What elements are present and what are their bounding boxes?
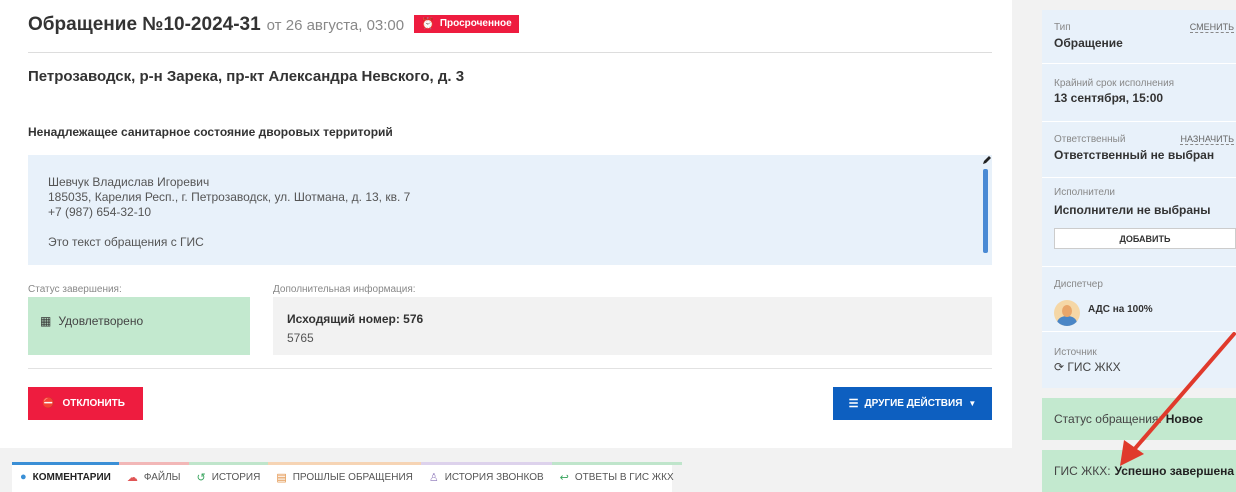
gis-status-card: ГИС ЖКХ: Успешно завершена: [1042, 450, 1236, 492]
divider: [28, 368, 992, 369]
dispatcher-label: Диспетчер: [1054, 279, 1103, 290]
request-status-card: Статус обращения: Новое: [1042, 398, 1236, 440]
type-value: Обращение: [1054, 36, 1123, 50]
executors-label: Исполнители: [1054, 187, 1116, 198]
request-address: Петрозаводск, р-н Зарека, пр-кт Александ…: [28, 68, 465, 85]
tab-history[interactable]: ↺ ИСТОРИЯ: [188, 462, 269, 492]
tab-label: ИСТОРИЯ ЗВОНКОВ: [444, 471, 544, 483]
gis-status-value: Успешно завершена: [1114, 464, 1235, 478]
alarm-clock-icon: ⏰: [421, 18, 435, 30]
tab-indicator: [268, 462, 421, 465]
dispatcher-value: АДС на 100%: [1088, 304, 1153, 315]
completion-status-box: ▦ Удовлетворено: [28, 297, 250, 355]
applicant-address: 185035, Карелия Респ., г. Петрозаводск, …: [48, 190, 411, 204]
request-text-area[interactable]: Шевчук Владислав Игоревич 185035, Карели…: [28, 155, 992, 265]
sidebar-responsible-section: Ответственный НАЗНАЧИТЬ Ответственный не…: [1042, 122, 1236, 178]
assign-link[interactable]: НАЗНАЧИТЬ: [1180, 134, 1234, 145]
tab-indicator: [551, 462, 682, 465]
tab-label: ОТВЕТЫ В ГИС ЖКХ: [574, 471, 674, 483]
request-body: Это текст обращения с ГИС: [48, 235, 204, 249]
deadline-label: Крайний срок исполнения: [1054, 78, 1175, 89]
add-executor-button[interactable]: ДОБАВИТЬ: [1054, 228, 1236, 249]
source-label: Источник: [1054, 347, 1097, 358]
other-actions-label: ДРУГИЕ ДЕЙСТВИЯ: [864, 398, 963, 409]
request-date: от 26 августа, 03:00: [266, 17, 405, 34]
minus-circle-icon: ⛔: [42, 398, 55, 409]
completion-status-value: Удовлетворено: [58, 314, 144, 328]
tab-bar: ● КОММЕНТАРИИ ☁ ФАЙЛЫ ↺ ИСТОРИЯ ▤ ПРОШЛЫ…: [12, 462, 682, 492]
source-value-row: ⟳ ГИС ЖКХ: [1054, 360, 1121, 374]
request-subject: Ненадлежащее санитарное состояние дворов…: [28, 125, 393, 139]
type-label: Тип: [1054, 22, 1071, 33]
tab-past-requests[interactable]: ▤ ПРОШЛЫЕ ОБРАЩЕНИЯ: [268, 462, 421, 492]
request-status-value: Новое: [1165, 412, 1203, 426]
overdue-badge-label: Просроченное: [439, 18, 512, 29]
sync-icon: ⟳: [1054, 360, 1065, 374]
reject-button-label: ОТКЛОНИТЬ: [62, 398, 125, 409]
completion-status-label: Статус завершения:: [28, 284, 122, 295]
sidebar-executors-section: Исполнители Исполнители не выбраны: [1042, 178, 1236, 266]
tab-gis-replies[interactable]: ↩ ОТВЕТЫ В ГИС ЖКХ: [551, 462, 682, 492]
cloud-icon: ☁: [126, 471, 138, 484]
sidebar: Тип СМЕНИТЬ Обращение Крайний срок испол…: [1042, 10, 1236, 388]
tab-files[interactable]: ☁ ФАЙЛЫ: [118, 462, 189, 492]
executors-value: Исполнители не выбраны: [1054, 203, 1211, 217]
divider: [28, 52, 992, 53]
tab-comments[interactable]: ● КОММЕНТАРИИ: [12, 462, 119, 492]
tab-label: ИСТОРИЯ: [211, 471, 261, 483]
other-actions-button[interactable]: ☰ ДРУГИЕ ДЕЙСТВИЯ ▼: [833, 387, 992, 420]
avatar: [1054, 300, 1080, 326]
sidebar-type-section: Тип СМЕНИТЬ Обращение: [1042, 10, 1236, 64]
comment-icon: ●: [20, 471, 27, 483]
applicant-phone: +7 (987) 654-32-10: [48, 205, 152, 219]
title-row: Обращение №10-2024-31 от 26 августа, 03:…: [28, 14, 519, 36]
responsible-value: Ответственный не выбран: [1054, 148, 1215, 162]
deadline-value: 13 сентября, 15:00: [1054, 91, 1164, 105]
history-icon: ↺: [196, 471, 206, 484]
caret-down-icon: ▼: [968, 399, 977, 408]
tab-indicator: [118, 462, 189, 465]
reject-button[interactable]: ⛔ ОТКЛОНИТЬ: [28, 387, 143, 420]
tab-indicator: [420, 462, 552, 465]
scrollbar[interactable]: [982, 163, 990, 261]
extra-info-label: Дополнительная информация:: [273, 284, 416, 295]
source-value: ГИС ЖКХ: [1067, 360, 1121, 374]
document-icon: ▦: [40, 314, 52, 328]
outgoing-number: Исходящий номер: 576: [287, 312, 424, 326]
tab-indicator: [188, 462, 269, 465]
overdue-badge: ⏰ Просроченное: [414, 14, 519, 33]
request-status-label: Статус обращения:: [1054, 412, 1162, 426]
extra-info-value: 5765: [287, 331, 314, 345]
list-icon: ☰: [848, 398, 859, 410]
user-icon: ♙: [428, 471, 439, 484]
change-type-link[interactable]: СМЕНИТЬ: [1189, 22, 1234, 33]
tab-label: ПРОШЛЫЕ ОБРАЩЕНИЯ: [292, 471, 413, 483]
clipboard-icon: ▤: [276, 471, 287, 484]
extra-info-box: Исходящий номер: 576 5765: [273, 297, 992, 355]
applicant-name: Шевчук Владислав Игоревич: [48, 175, 210, 189]
request-card: Обращение №10-2024-31 от 26 августа, 03:…: [0, 0, 1012, 448]
gis-status-label: ГИС ЖКХ:: [1054, 464, 1111, 478]
tab-label: ФАЙЛЫ: [143, 471, 181, 483]
tab-indicator: [12, 462, 119, 465]
scrollbar-thumb[interactable]: [983, 169, 988, 253]
sidebar-deadline-section: Крайний срок исполнения 13 сентября, 15:…: [1042, 64, 1236, 122]
tab-label: КОММЕНТАРИИ: [32, 471, 111, 483]
page-title: Обращение №10-2024-31: [28, 14, 261, 35]
reply-icon: ↩: [559, 471, 569, 484]
responsible-label: Ответственный: [1054, 134, 1126, 145]
tab-call-history[interactable]: ♙ ИСТОРИЯ ЗВОНКОВ: [420, 462, 552, 492]
